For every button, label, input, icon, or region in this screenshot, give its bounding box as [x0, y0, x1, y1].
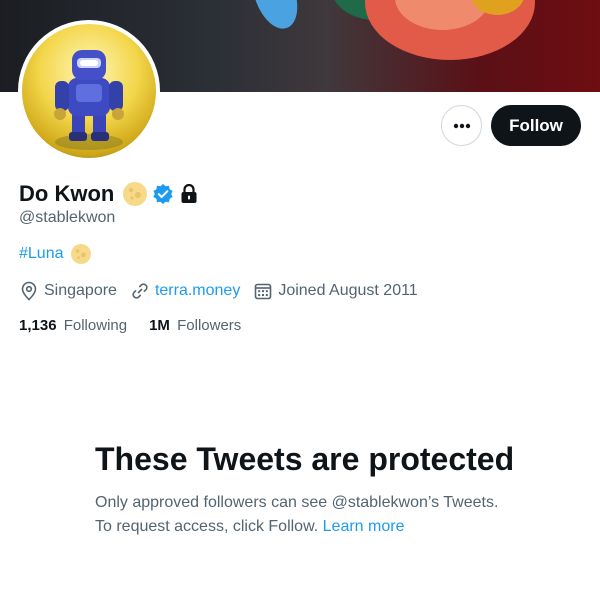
profile-stats: 1,136 Following 1M Followers	[19, 317, 263, 334]
more-options-button[interactable]	[441, 105, 482, 146]
location-text: Singapore	[44, 282, 117, 299]
joined-text: Joined August 2011	[278, 282, 418, 299]
followers-stat[interactable]: 1M Followers	[149, 317, 241, 334]
location-item: Singapore	[20, 281, 117, 301]
profile-name: Do Kwon	[19, 181, 115, 206]
profile-handle: @stablekwon	[19, 209, 116, 226]
following-count: 1,136	[19, 317, 57, 334]
profile-name-row: Do Kwon	[19, 178, 198, 210]
following-stat[interactable]: 1,136 Following	[19, 317, 127, 334]
protected-text: Only approved followers can see @stablek…	[95, 494, 499, 535]
website-item: terra.money	[131, 282, 240, 300]
protected-description: Only approved followers can see @stablek…	[95, 491, 515, 539]
lock-icon	[180, 184, 198, 204]
calendar-icon	[255, 283, 272, 300]
profile-meta: Singapore terra.money Joined August 2011	[20, 280, 432, 302]
moon-emoji-icon	[122, 181, 148, 207]
more-dots-icon	[453, 123, 470, 128]
robot-character-icon	[54, 50, 124, 150]
link-icon	[132, 283, 148, 299]
following-label: Following	[63, 317, 128, 334]
learn-more-link[interactable]: Learn more	[323, 518, 405, 535]
avatar-image	[22, 24, 156, 158]
profile-avatar[interactable]	[18, 20, 160, 162]
verified-badge-icon[interactable]	[152, 183, 174, 205]
protected-title: These Tweets are protected	[95, 441, 515, 477]
followers-count: 1M	[149, 317, 170, 334]
banner-shape	[244, 0, 306, 35]
followers-label: Followers	[177, 317, 242, 334]
website-link[interactable]: terra.money	[155, 282, 240, 300]
protected-notice: These Tweets are protected Only approved…	[95, 440, 515, 539]
hashtag-link[interactable]: #Luna	[19, 245, 64, 263]
moon-emoji-icon	[70, 243, 92, 265]
location-pin-icon	[21, 281, 37, 301]
profile-bio: #Luna	[19, 243, 92, 265]
follow-button[interactable]: Follow	[491, 105, 581, 146]
joined-item: Joined August 2011	[254, 282, 418, 300]
